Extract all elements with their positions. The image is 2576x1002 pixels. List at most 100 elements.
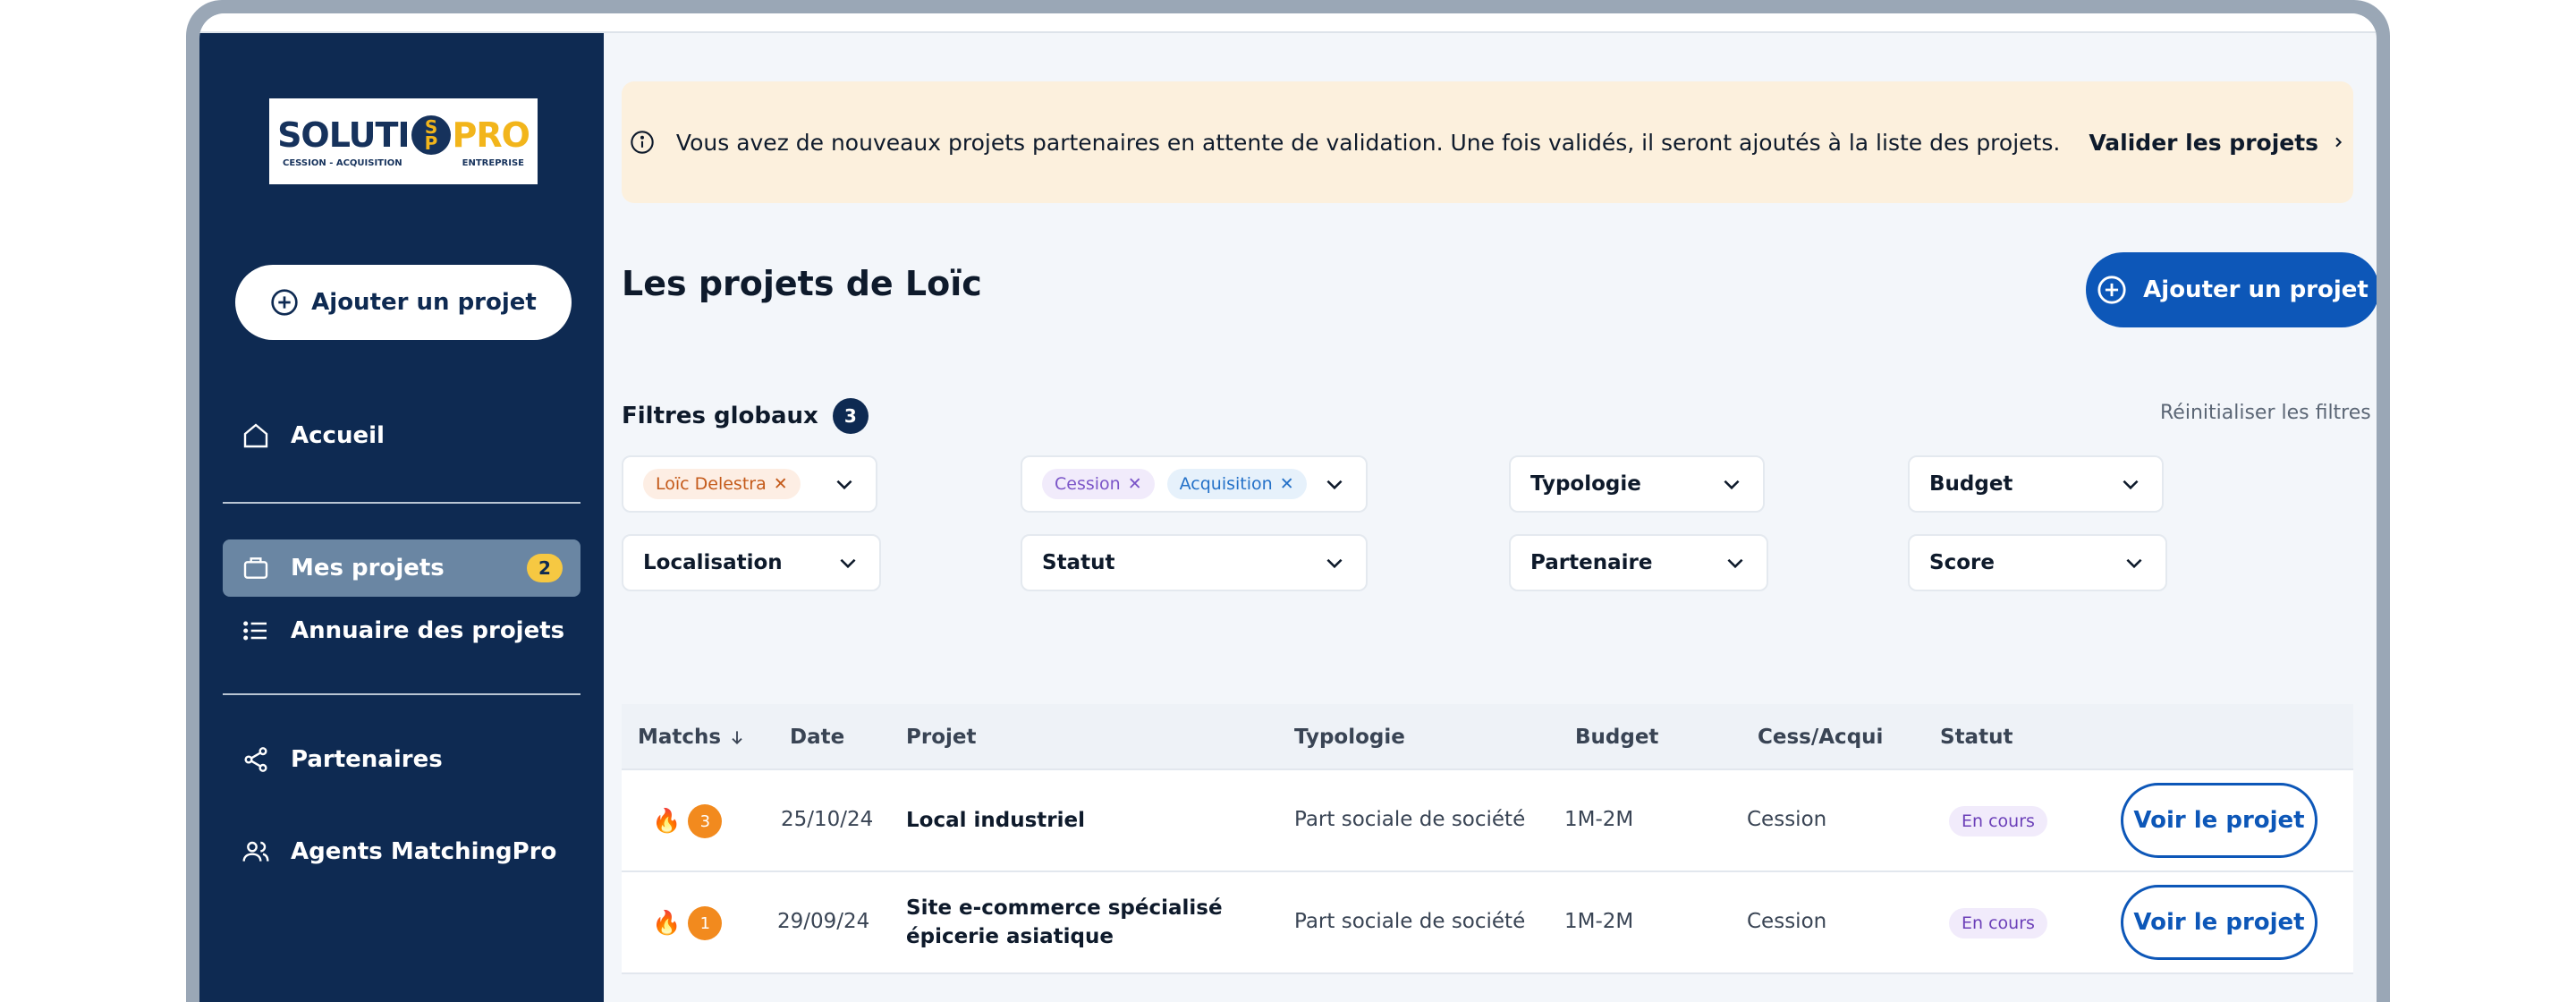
view-project-button[interactable]: Voir le projet (2121, 783, 2318, 858)
partenaire-filter-select[interactable]: Partenaire (1509, 534, 1768, 591)
filters-count-badge: 3 (832, 398, 869, 434)
sidebar-item-label: Agents MatchingPro (291, 838, 557, 865)
chevron-right-icon (2335, 137, 2343, 148)
column-header-matchs[interactable]: Matchs (638, 726, 746, 749)
sidebar-item-label: Annuaire des projets (291, 617, 565, 644)
chevron-down-icon (1326, 480, 1343, 490)
logo-right: PRO (452, 115, 530, 155)
project-date: 25/10/24 (781, 808, 874, 831)
chevron-down-icon (1326, 558, 1343, 569)
project-name-line-1: Site e-commerce spécialisé (906, 896, 1223, 920)
status-badge: En cours (1949, 806, 2047, 836)
sidebar-item-annuaire[interactable]: Annuaire des projets (223, 602, 580, 659)
score-filter-label: Score (1929, 551, 1995, 574)
plus-circle-icon (271, 289, 298, 316)
owner-chip: Loïc Delestra ✕ (643, 469, 801, 499)
owner-chip-label: Loïc Delestra (656, 474, 767, 494)
project-typologie: Part sociale de société (1294, 808, 1526, 831)
status-badge: En cours (1949, 908, 2047, 938)
projects-count-badge: 2 (527, 554, 563, 582)
logo-sub-right: ENTREPRISE (462, 157, 524, 168)
briefcase-icon (241, 553, 271, 583)
project-typologie: Part sociale de société (1294, 910, 1526, 933)
sidebar-item-agents[interactable]: Agents MatchingPro (223, 823, 580, 880)
column-header-budget: Budget (1575, 726, 1659, 749)
cession-chip-label: Cession (1055, 474, 1121, 494)
validate-projects-label: Valider les projets (2089, 129, 2319, 156)
main-content: Vous avez de nouveaux projets partenaire… (604, 33, 2377, 1002)
home-icon (241, 420, 271, 451)
sidebar-item-label: Partenaires (291, 746, 443, 773)
sidebar-add-project-label: Ajouter un projet (311, 289, 537, 316)
sidebar-item-partenaires[interactable]: Partenaires (223, 731, 580, 788)
project-budget: 1M-2M (1564, 910, 1634, 933)
sidebar-add-project-button[interactable]: Ajouter un projet (235, 265, 572, 340)
project-cess-acqui: Cession (1747, 910, 1827, 933)
cession-chip: Cession ✕ (1042, 469, 1155, 499)
localisation-filter-select[interactable]: Localisation (622, 534, 881, 591)
share-icon (241, 744, 271, 775)
logo-sub-left: CESSION - ACQUISITION (283, 157, 402, 168)
logo-left: SOLUTI (277, 115, 410, 155)
reset-filters-link[interactable]: Réinitialiser les filtres (2160, 402, 2371, 424)
sidebar: SOLUTI S P PRO CESSION - ACQUISITION ENT… (199, 33, 604, 1002)
owner-chips: Loïc Delestra ✕ (643, 469, 833, 499)
users-icon (241, 836, 271, 867)
match-count-badge: 1 (688, 906, 723, 940)
chevron-down-icon (1724, 480, 1740, 490)
fire-icon: 🔥 (652, 808, 682, 835)
device-frame: SOLUTI S P PRO CESSION - ACQUISITION ENT… (186, 0, 2390, 1002)
logo-subtitle: CESSION - ACQUISITION ENTREPRISE (283, 158, 524, 168)
partenaire-filter-label: Partenaire (1530, 551, 1653, 574)
projects-table-header: Matchs Date Projet Typologie Budget Cess… (622, 704, 2353, 770)
project-cess-acqui: Cession (1747, 808, 1827, 831)
owner-filter-select[interactable]: Loïc Delestra ✕ (622, 455, 877, 513)
score-filter-select[interactable]: Score (1908, 534, 2167, 591)
remove-chip-icon[interactable]: ✕ (1280, 474, 1294, 494)
column-header-projet: Projet (906, 726, 977, 749)
logo-wordmark: SOLUTI S P PRO (277, 115, 530, 155)
type-filter-select[interactable]: Cession ✕ Acquisition ✕ (1021, 455, 1368, 513)
acquisition-chip: Acquisition ✕ (1166, 469, 1307, 499)
logo[interactable]: SOLUTI S P PRO CESSION - ACQUISITION ENT… (269, 98, 538, 184)
sidebar-item-label: Mes projets (291, 555, 445, 582)
top-strip (199, 13, 2377, 33)
project-budget: 1M-2M (1564, 808, 1634, 831)
table-row[interactable]: 🔥 1 29/09/24 Site e-commerce spécialisé … (622, 872, 2353, 974)
column-header-typologie: Typologie (1294, 726, 1405, 749)
banner-message: Vous avez de nouveaux projets partenaire… (675, 129, 2061, 156)
remove-chip-icon[interactable]: ✕ (1128, 474, 1142, 494)
typologie-filter-label: Typologie (1530, 472, 1641, 496)
column-header-cess-acqui: Cess/Acqui (1758, 726, 1884, 749)
sidebar-item-accueil[interactable]: Accueil (223, 407, 580, 464)
project-name: Local industriel (906, 809, 1085, 832)
list-icon (241, 616, 271, 646)
add-project-button[interactable]: Ajouter un projet (2086, 252, 2377, 327)
project-name: Site e-commerce spécialisé épicerie asia… (906, 894, 1223, 951)
page-title: Les projets de Loïc (622, 264, 982, 303)
sidebar-item-mes-projets[interactable]: Mes projets 2 (223, 539, 580, 597)
chevron-down-icon (2126, 558, 2142, 569)
typologie-filter-select[interactable]: Typologie (1509, 455, 1765, 513)
project-date: 29/09/24 (777, 910, 870, 933)
chevron-down-icon (836, 480, 852, 490)
match-count-badge: 3 (688, 804, 723, 838)
chevron-down-icon (2123, 480, 2139, 490)
sidebar-divider (223, 502, 580, 504)
budget-filter-select[interactable]: Budget (1908, 455, 2164, 513)
filters-title: Filtres globaux (622, 403, 818, 429)
sidebar-item-label: Accueil (291, 422, 385, 449)
validate-projects-link[interactable]: Valider les projets (2089, 130, 2345, 156)
statut-filter-select[interactable]: Statut (1021, 534, 1368, 591)
add-project-label: Ajouter un projet (2143, 276, 2368, 303)
column-header-date: Date (790, 726, 845, 749)
statut-filter-label: Statut (1042, 551, 1115, 574)
fire-icon: 🔥 (652, 910, 682, 937)
column-header-label: Matchs (638, 726, 722, 749)
localisation-filter-label: Localisation (643, 551, 783, 574)
table-row[interactable]: 🔥 3 25/10/24 Local industriel Part socia… (622, 770, 2353, 872)
logo-pin-bottom: P (424, 132, 438, 154)
filters-header: Filtres globaux 3 (622, 398, 869, 434)
view-project-button[interactable]: Voir le projet (2121, 885, 2318, 960)
remove-chip-icon[interactable]: ✕ (774, 474, 788, 494)
